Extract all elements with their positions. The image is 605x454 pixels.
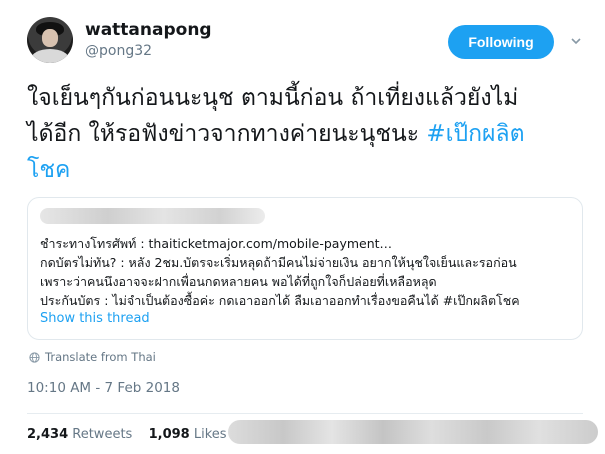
tweet-stats: 2,434 Retweets 1,098 Likes	[27, 427, 227, 442]
quoted-line-2: กดบัตรไม่ทัน? : หลัง 2ชม.บัตรจะเริ่มหลุด…	[40, 255, 517, 270]
following-button[interactable]: Following	[448, 25, 554, 59]
translate-link[interactable]: Translate from Thai	[29, 350, 156, 364]
tweet-line-1: ใจเย็นๆกันก่อนนะนุช ตามนี้ก่อน ถ้าเที่ยง…	[27, 85, 519, 111]
author-handle[interactable]: @pong32	[85, 43, 152, 59]
quoted-line-4: ประกันบัตร : ไม่จำเป็นต้องซื้อค่ะ กดเอาอ…	[40, 293, 520, 308]
likes-count[interactable]: 1,098	[149, 427, 190, 442]
tweet-line-2-text: ได้อีก ให้รอฟังข่าวจากทางค่ายนะนุชนะ	[27, 121, 427, 147]
tweet-timestamp[interactable]: 10:10 AM - 7 Feb 2018	[27, 380, 180, 396]
retweets-label[interactable]: Retweets	[72, 427, 132, 442]
hashtag-link[interactable]: #เป๊กผลิต	[426, 121, 524, 147]
quoted-line-3: เพราะว่าคนนึงอาจจะฝากเพื่อนกดหลายคน พอได…	[40, 274, 437, 289]
avatar-shirt	[31, 49, 69, 63]
avatar-face	[42, 29, 58, 47]
chevron-down-icon[interactable]	[571, 36, 581, 46]
retweets-count[interactable]: 2,434	[27, 427, 68, 442]
quoted-tweet[interactable]: ชำระทางโทรศัพท์ : thaiticketmajor.com/mo…	[27, 197, 583, 340]
avatar[interactable]	[27, 17, 73, 63]
show-thread-link[interactable]: Show this thread	[40, 311, 150, 326]
blurred-liker-avatars	[228, 420, 598, 444]
likes-label[interactable]: Likes	[194, 427, 227, 442]
blurred-quoted-author	[40, 208, 265, 224]
stats-divider	[27, 413, 583, 414]
tweet-text: ใจเย็นๆกันก่อนนะนุช ตามนี้ก่อน ถ้าเที่ยง…	[27, 80, 587, 188]
hashtag-link-continued[interactable]: โชค	[27, 152, 587, 188]
tweet-line-2: ได้อีก ให้รอฟังข่าวจากทางค่ายนะนุชนะ #เป…	[27, 116, 587, 152]
author-name[interactable]: wattanapong	[85, 20, 212, 40]
translate-label[interactable]: Translate from Thai	[45, 350, 156, 364]
quoted-line-1: ชำระทางโทรศัพท์ : thaiticketmajor.com/mo…	[40, 236, 393, 251]
globe-icon	[29, 351, 40, 363]
